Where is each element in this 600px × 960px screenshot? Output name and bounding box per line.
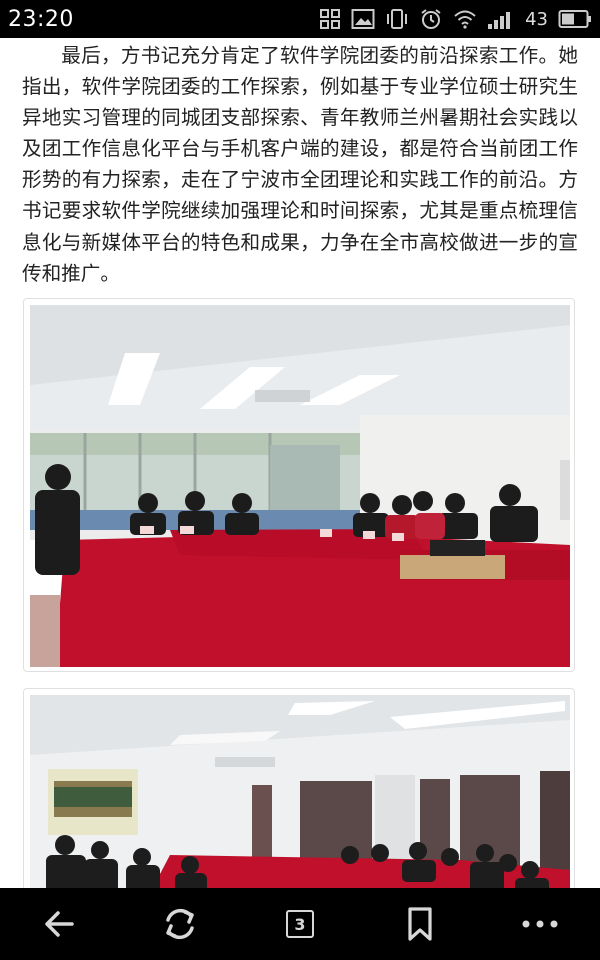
alarm-icon <box>421 9 441 29</box>
back-button[interactable] <box>30 894 90 954</box>
battery-level: 43 <box>525 8 548 30</box>
refresh-icon <box>166 908 194 940</box>
image-icon <box>351 9 375 29</box>
bookmark-icon <box>408 907 432 941</box>
back-arrow-icon <box>45 911 74 937</box>
bookmark-button[interactable] <box>390 894 450 954</box>
tabs-button[interactable]: 3 <box>270 894 330 954</box>
wifi-icon <box>454 10 476 29</box>
meeting-photo-2-image <box>30 695 570 893</box>
tab-count-badge: 3 <box>286 910 314 938</box>
signal-icon <box>488 12 511 29</box>
refresh-button[interactable] <box>150 894 210 954</box>
menu-button[interactable] <box>510 894 570 954</box>
more-menu-icon <box>522 920 558 928</box>
status-bar: 23:20 43 <box>0 0 600 38</box>
article-paragraph: 最后，方书记充分肯定了软件学院团委的前沿探索工作。她指出，软件学院团委的工作探索… <box>22 44 578 285</box>
meeting-photo-1[interactable] <box>23 298 575 672</box>
status-icons: 43 <box>319 7 592 31</box>
meeting-photo-1-image <box>30 305 570 667</box>
status-time: 23:20 <box>8 6 74 32</box>
article-body: 最后，方书记充分肯定了软件学院团委的前沿探索工作。她指出，软件学院团委的工作探索… <box>22 40 578 289</box>
screenshot-icon <box>320 9 341 29</box>
vibrate-icon <box>387 9 408 29</box>
bottom-nav-bar: 3 <box>0 888 600 960</box>
meeting-photo-2[interactable] <box>23 688 575 898</box>
battery-icon <box>558 10 591 28</box>
